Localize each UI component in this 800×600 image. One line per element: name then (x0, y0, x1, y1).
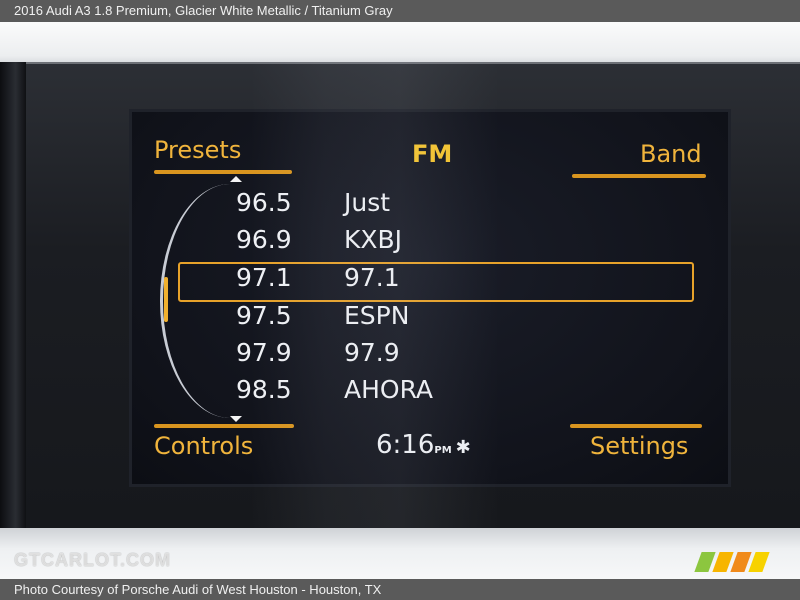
station-frequency: 96.9 (236, 225, 292, 254)
settings-softkey[interactable]: Settings (590, 432, 688, 460)
station-row[interactable]: 97.5 ESPN (132, 301, 728, 338)
bottom-caption: Photo Courtesy of Porsche Audi of West H… (0, 579, 800, 600)
settings-underline (570, 424, 702, 428)
station-row[interactable]: 96.5 Just (132, 188, 728, 225)
station-frequency: 97.1 (236, 263, 292, 292)
band-label: FM (412, 140, 453, 168)
presets-softkey[interactable]: Presets (154, 136, 241, 164)
controls-softkey[interactable]: Controls (154, 432, 253, 460)
station-row-selected[interactable]: 97.1 97.1 (132, 263, 728, 300)
station-frequency: 98.5 (236, 375, 292, 404)
clock-display: 6:16PM ✱ (376, 430, 471, 460)
station-row[interactable]: 98.5 AHORA (132, 375, 728, 412)
station-frequency: 97.5 (236, 301, 292, 330)
controls-underline (154, 424, 294, 428)
presets-underline (154, 170, 292, 174)
station-name: 97.9 (344, 338, 400, 367)
station-name: AHORA (344, 375, 434, 404)
bluetooth-icon: ✱ (455, 437, 471, 458)
station-name: Just (344, 188, 391, 217)
station-row[interactable]: 97.9 97.9 (132, 338, 728, 375)
station-name: KXBJ (344, 225, 403, 254)
station-frequency: 97.9 (236, 338, 292, 367)
station-frequency: 96.5 (236, 188, 292, 217)
band-softkey[interactable]: Band (640, 140, 702, 168)
watermark-stripes-icon (694, 552, 772, 572)
station-name: ESPN (344, 301, 410, 330)
scroll-down-icon[interactable] (230, 416, 242, 422)
infotainment-screen: Presets FM Band 96.5 Just 96.9 KXBJ 97.1… (132, 112, 728, 484)
top-caption: 2016 Audi A3 1.8 Premium, Glacier White … (0, 0, 800, 22)
scroll-up-icon[interactable] (230, 176, 242, 182)
clock-time: 6:16 (376, 430, 435, 460)
station-name: 97.1 (344, 263, 400, 292)
band-underline (572, 174, 706, 178)
watermark-logo: GTCARLOT.COM (14, 550, 171, 570)
clock-ampm: PM (434, 445, 452, 456)
bezel-edge (0, 62, 26, 532)
station-row[interactable]: 96.9 KXBJ (132, 225, 728, 262)
